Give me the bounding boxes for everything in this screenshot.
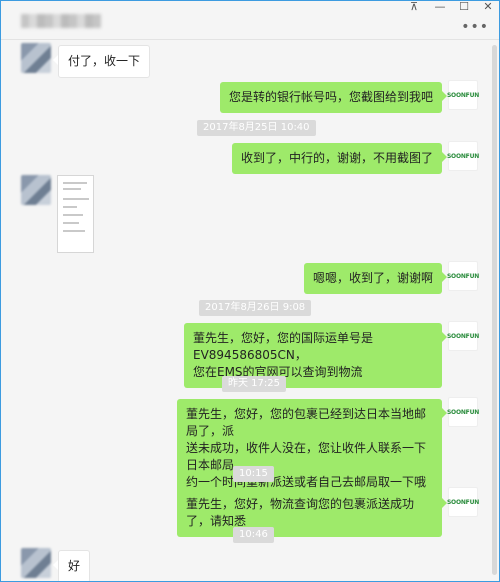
close-icon[interactable]: ✕ xyxy=(477,1,499,15)
brand-avatar-text: SOONFUN xyxy=(446,91,480,99)
brand-avatar-text: SOONFUN xyxy=(446,152,480,160)
brand-avatar[interactable]: SOONFUN xyxy=(446,141,480,171)
message-text: 收到了，中行的，谢谢，不用截图了 xyxy=(240,151,433,165)
message-text-line: 董先生，您好，您的国际运单号是EV894586805CN， xyxy=(193,331,374,362)
timestamp-text: 2017年8月26日 9:08 xyxy=(205,302,306,313)
more-options-icon[interactable]: ••• xyxy=(461,19,489,35)
brand-avatar[interactable]: SOONFUN xyxy=(446,80,480,110)
timestamp: 2017年8月26日 9:08 xyxy=(199,300,312,316)
brand-avatar[interactable]: SOONFUN xyxy=(446,261,480,291)
message-text: 董先生，您好，物流查询您的包裹派送成功了，请知悉 xyxy=(186,497,415,528)
message-bubble-outgoing[interactable]: 董先生，您好，物流查询您的包裹派送成功了，请知悉 xyxy=(177,489,447,537)
thumbnail-line xyxy=(63,222,79,224)
message-text: 好 xyxy=(68,559,81,573)
message-bubble-outgoing[interactable]: 您是转的银行帐号吗，您截图给到我吧 xyxy=(219,82,448,113)
timestamp: 昨天 17:25 xyxy=(222,376,286,392)
title-bar: ⊼ — ☐ ✕ ••• xyxy=(1,1,499,40)
thumbnail-line xyxy=(63,188,81,190)
minimize-icon[interactable]: — xyxy=(429,1,451,15)
maximize-icon[interactable]: ☐ xyxy=(453,1,475,15)
brand-avatar[interactable]: SOONFUN xyxy=(446,487,480,517)
image-message-thumbnail[interactable] xyxy=(57,175,94,253)
message-bubble-outgoing[interactable]: 嗯嗯，收到了，谢谢啊 xyxy=(303,263,448,294)
thumbnail-line xyxy=(63,182,87,184)
contact-avatar[interactable] xyxy=(21,548,51,578)
scrollbar[interactable] xyxy=(492,45,497,575)
message-text: 付了，收一下 xyxy=(68,54,141,68)
timestamp: 2017年8月25日 10:40 xyxy=(197,120,316,136)
thumbnail-line xyxy=(63,214,83,216)
timestamp-text: 昨天 17:25 xyxy=(228,378,280,389)
timestamp-text: 2017年8月25日 10:40 xyxy=(203,122,310,133)
thumbnail-line xyxy=(63,230,85,232)
chat-window: ⊼ — ☐ ✕ ••• 付了，收一下 您是转的银行帐号吗，您截图给到我吧 SOO… xyxy=(0,0,500,582)
brand-avatar[interactable]: SOONFUN xyxy=(446,321,480,351)
thumbnail-line xyxy=(63,206,77,208)
message-text: 嗯嗯，收到了，谢谢啊 xyxy=(312,271,433,285)
message-bubble-incoming[interactable]: 付了，收一下 xyxy=(52,45,151,78)
brand-avatar-text: SOONFUN xyxy=(446,498,480,506)
brand-avatar-text: SOONFUN xyxy=(446,272,480,280)
timestamp: 10:46 xyxy=(233,527,274,543)
message-bubble-outgoing[interactable]: 董先生，您好，您的包裹已经到达日本当地邮局了，派 送未成功，收件人没在，您让收件… xyxy=(177,399,447,498)
message-text: 您是转的银行帐号吗，您截图给到我吧 xyxy=(228,90,433,104)
timestamp-text: 10:46 xyxy=(239,529,268,540)
timestamp: 10:15 xyxy=(233,466,274,482)
contact-name-blurred xyxy=(21,14,101,28)
pin-icon[interactable]: ⊼ xyxy=(403,1,425,15)
brand-avatar[interactable]: SOONFUN xyxy=(446,397,480,427)
message-text-line: 送未成功，收件人没在，您让收件人联系一下日本邮局 xyxy=(186,441,427,472)
contact-avatar[interactable] xyxy=(21,175,51,205)
message-bubble-incoming[interactable]: 好 xyxy=(52,550,91,581)
timestamp-text: 10:15 xyxy=(239,468,268,479)
message-bubble-outgoing[interactable]: 收到了，中行的，谢谢，不用截图了 xyxy=(231,143,448,174)
brand-avatar-text: SOONFUN xyxy=(446,332,480,340)
brand-avatar-text: SOONFUN xyxy=(446,408,480,416)
contact-avatar[interactable] xyxy=(21,43,51,73)
thumbnail-line xyxy=(63,198,89,200)
message-text-line: 董先生，您好，您的包裹已经到达日本当地邮局了，派 xyxy=(186,407,427,438)
